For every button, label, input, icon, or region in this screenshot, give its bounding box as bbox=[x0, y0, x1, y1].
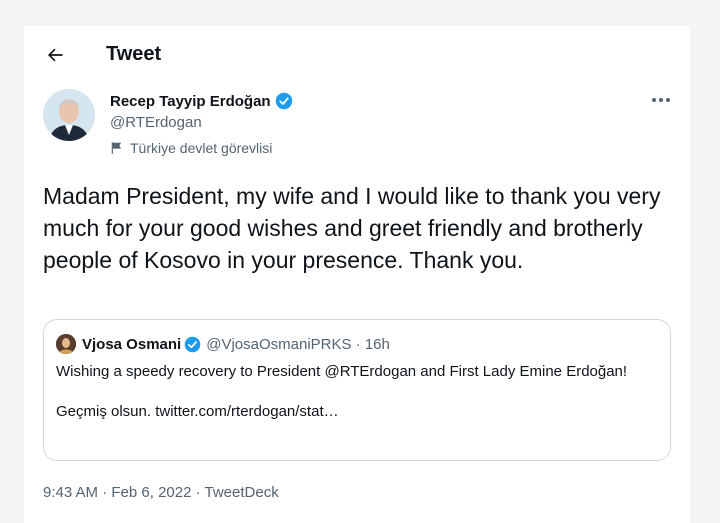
tweet-source[interactable]: TweetDeck bbox=[205, 484, 279, 501]
author-handle[interactable]: @RTErdogan bbox=[110, 114, 293, 131]
verified-badge-icon bbox=[184, 336, 201, 353]
back-button[interactable] bbox=[40, 40, 70, 70]
quoted-author-handle[interactable]: @VjosaOsmaniPRKS bbox=[206, 336, 351, 353]
author-info: Recep Tayyip Erdoğan @RTErdogan Türkiye … bbox=[110, 91, 293, 156]
flag-icon bbox=[110, 141, 124, 155]
tweet-header: Tweet bbox=[24, 26, 690, 82]
tweet-time[interactable]: 9:43 AM bbox=[43, 484, 98, 501]
meta-separator: · bbox=[191, 484, 205, 501]
tweet-date[interactable]: Feb 6, 2022 bbox=[111, 484, 191, 501]
quoted-text-line: Wishing a speedy recovery to President @… bbox=[56, 363, 628, 380]
quoted-author-avatar[interactable] bbox=[56, 334, 76, 354]
quoted-author-name[interactable]: Vjosa Osmani bbox=[82, 336, 181, 353]
arrow-left-icon bbox=[47, 48, 63, 62]
quoted-text-line: Geçmiş olsun. twitter.com/rterdogan/stat… bbox=[56, 403, 339, 420]
tweet-card: Tweet Recep Tayyip Erdoğan @RTErdogan Tü… bbox=[24, 26, 690, 523]
tweet-text: Madam President, my wife and I would lik… bbox=[43, 183, 661, 273]
meta-separator: · bbox=[98, 484, 112, 501]
tweet-timestamp: 9:43 AM · Feb 6, 2022 · TweetDeck bbox=[43, 484, 279, 501]
quoted-tweet-age[interactable]: 16h bbox=[365, 336, 390, 353]
more-horizontal-icon bbox=[652, 98, 670, 102]
page-title: Tweet bbox=[106, 43, 162, 65]
verified-badge-icon bbox=[275, 92, 293, 110]
quoted-tweet[interactable]: Vjosa Osmani @VjosaOsmaniPRKS · 16h Wish… bbox=[43, 319, 671, 461]
quoted-tweet-text: Wishing a speedy recovery to President @… bbox=[56, 362, 656, 422]
author-name[interactable]: Recep Tayyip Erdoğan bbox=[110, 93, 271, 110]
meta-separator: · bbox=[351, 335, 365, 353]
more-options-button[interactable] bbox=[646, 90, 676, 110]
author-avatar[interactable] bbox=[43, 89, 95, 141]
affiliation-text: Türkiye devlet görevlisi bbox=[130, 140, 273, 156]
affiliation-label: Türkiye devlet görevlisi bbox=[110, 140, 293, 156]
quoted-tweet-header: Vjosa Osmani @VjosaOsmaniPRKS · 16h bbox=[56, 334, 390, 354]
